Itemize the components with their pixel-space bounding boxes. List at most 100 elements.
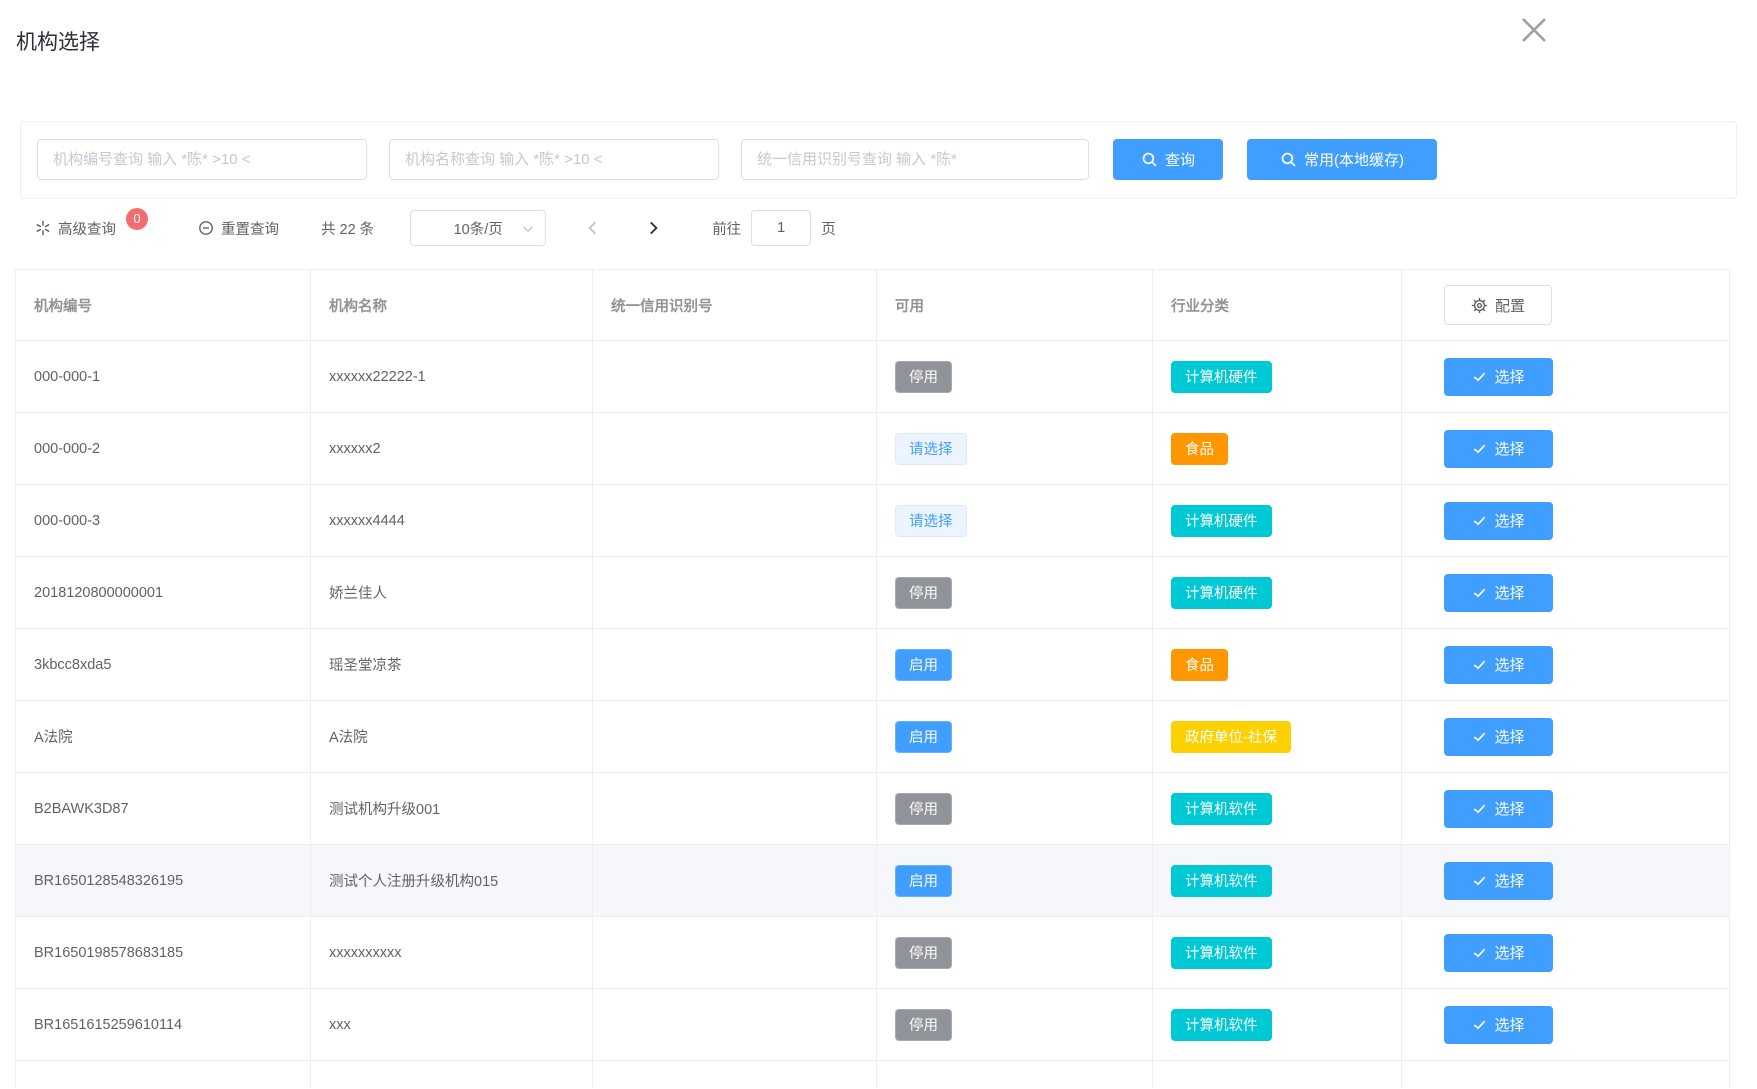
action-cell: 选择 (1402, 845, 1730, 917)
org-name-cell: xxxxxx4444 (311, 485, 593, 557)
reset-query-button[interactable]: 重置查询 (198, 218, 279, 239)
industry-cell: 计算机软件 (1153, 773, 1402, 845)
check-icon (1472, 873, 1487, 888)
credit-id-cell (593, 917, 877, 989)
credit-id-cell (593, 701, 877, 773)
header-industry: 行业分类 (1153, 270, 1402, 341)
close-button[interactable] (1508, 4, 1560, 56)
status-tag[interactable]: 请选择 (895, 433, 967, 465)
select-button-label: 选择 (1494, 942, 1524, 963)
org-name-cell: xxxxxx22222-1 (311, 341, 593, 413)
table-row: A法院 A法院 启用 政府单位-社保 选择 (16, 701, 1729, 773)
select-button[interactable]: 选择 (1444, 1006, 1553, 1044)
credit-id-cell (593, 485, 877, 557)
action-cell: 选择 (1402, 629, 1730, 701)
credit-id-cell (593, 557, 877, 629)
industry-tag: 计算机软件 (1171, 937, 1272, 969)
common-local-cache-button[interactable]: 常用(本地缓存) (1247, 139, 1437, 180)
action-cell: 选择 (1402, 773, 1730, 845)
sparkle-icon (35, 220, 51, 236)
available-cell: 启用 (877, 845, 1153, 917)
industry-tag: 计算机软件 (1171, 1009, 1272, 1041)
status-tag[interactable]: 启用 (895, 721, 952, 753)
goto-page-input[interactable] (751, 210, 811, 246)
org-name-cell: 测试机构升级001 (311, 773, 593, 845)
credit-id-cell (593, 989, 877, 1061)
chevron-right-icon (644, 219, 662, 237)
status-tag[interactable]: 停用 (895, 793, 952, 825)
status-tag[interactable]: 停用 (895, 1009, 952, 1041)
status-tag[interactable]: 停用 (895, 361, 952, 393)
org-code-cell: 000-000-3 (16, 485, 311, 557)
action-cell: 选择 (1402, 413, 1730, 485)
select-button[interactable]: 选择 (1444, 430, 1553, 468)
table-header: 机构编号 机构名称 统一信用识别号 可用 行业分类 (16, 270, 1729, 341)
search-icon (1280, 151, 1297, 168)
org-code-cell: B2BAWK3D87 (16, 773, 311, 845)
industry-cell: 食品 (1153, 413, 1402, 485)
select-button[interactable]: 选择 (1444, 574, 1553, 612)
prev-page-button[interactable] (584, 219, 602, 237)
page-size-select[interactable]: 10条/页 (410, 210, 546, 246)
credit-id-cell (593, 773, 877, 845)
query-button-label: 查询 (1165, 149, 1195, 170)
advanced-query-badge: 0 (126, 208, 148, 230)
table-row: 000-000-1 xxxxxx22222-1 停用 计算机硬件 选择 (16, 341, 1729, 413)
select-button[interactable]: 选择 (1444, 862, 1553, 900)
check-icon (1472, 1017, 1487, 1032)
industry-tag: 政府单位-社保 (1171, 721, 1291, 753)
gear-icon (1471, 297, 1488, 314)
org-name-input[interactable] (389, 139, 719, 180)
select-button[interactable]: 选择 (1444, 718, 1553, 756)
select-button-label: 选择 (1494, 438, 1524, 459)
org-code-input[interactable] (37, 139, 367, 180)
credit-id-input[interactable] (741, 139, 1089, 180)
select-button[interactable]: 选择 (1444, 502, 1553, 540)
industry-tag: 计算机硬件 (1171, 505, 1272, 537)
select-button-label: 选择 (1494, 582, 1524, 603)
table-row: BR1650198578683185 xxxxxxxxxx 停用 计算机软件 选… (16, 917, 1729, 989)
advanced-query-button[interactable]: 高级查询 0 (35, 217, 148, 239)
table-body: 000-000-1 xxxxxx22222-1 停用 计算机硬件 选择 000-… (16, 341, 1729, 1061)
org-code-cell: 2018120800000001 (16, 557, 311, 629)
industry-tag: 食品 (1171, 649, 1228, 681)
org-name-cell: 瑶圣堂凉茶 (311, 629, 593, 701)
action-cell: 选择 (1402, 917, 1730, 989)
config-button[interactable]: 配置 (1444, 285, 1552, 325)
industry-tag: 计算机硬件 (1171, 577, 1272, 609)
select-button[interactable]: 选择 (1444, 358, 1553, 396)
select-button[interactable]: 选择 (1444, 646, 1553, 684)
table-tail (16, 1061, 1729, 1088)
table-row: 2018120800000001 娇兰佳人 停用 计算机硬件 选择 (16, 557, 1729, 629)
status-tag[interactable]: 启用 (895, 865, 952, 897)
org-code-cell: 000-000-2 (16, 413, 311, 485)
org-code-cell: 3kbcc8xda5 (16, 629, 311, 701)
header-org-name: 机构名称 (311, 270, 593, 341)
org-code-cell: A法院 (16, 701, 311, 773)
select-button[interactable]: 选择 (1444, 790, 1553, 828)
status-tag[interactable]: 停用 (895, 577, 952, 609)
organization-select-modal: 机构选择 查询 常用(本地缓存) (0, 0, 1757, 1089)
org-code-cell: BR1651615259610114 (16, 989, 311, 1061)
config-button-label: 配置 (1495, 295, 1525, 316)
status-tag[interactable]: 请选择 (895, 505, 967, 537)
credit-id-cell (593, 845, 877, 917)
check-icon (1472, 657, 1487, 672)
industry-cell: 计算机硬件 (1153, 341, 1402, 413)
select-button[interactable]: 选择 (1444, 934, 1553, 972)
org-code-cell: 000-000-1 (16, 341, 311, 413)
status-tag[interactable]: 停用 (895, 937, 952, 969)
close-icon (1517, 13, 1551, 47)
available-cell: 请选择 (877, 485, 1153, 557)
check-icon (1472, 945, 1487, 960)
industry-cell: 计算机软件 (1153, 989, 1402, 1061)
next-page-button[interactable] (644, 219, 662, 237)
query-button[interactable]: 查询 (1113, 139, 1223, 180)
header-credit-id: 统一信用识别号 (593, 270, 877, 341)
status-tag[interactable]: 启用 (895, 649, 952, 681)
action-cell: 选择 (1402, 989, 1730, 1061)
industry-tag: 计算机硬件 (1171, 361, 1272, 393)
industry-tag: 食品 (1171, 433, 1228, 465)
select-button-label: 选择 (1494, 510, 1524, 531)
action-cell: 选择 (1402, 485, 1730, 557)
